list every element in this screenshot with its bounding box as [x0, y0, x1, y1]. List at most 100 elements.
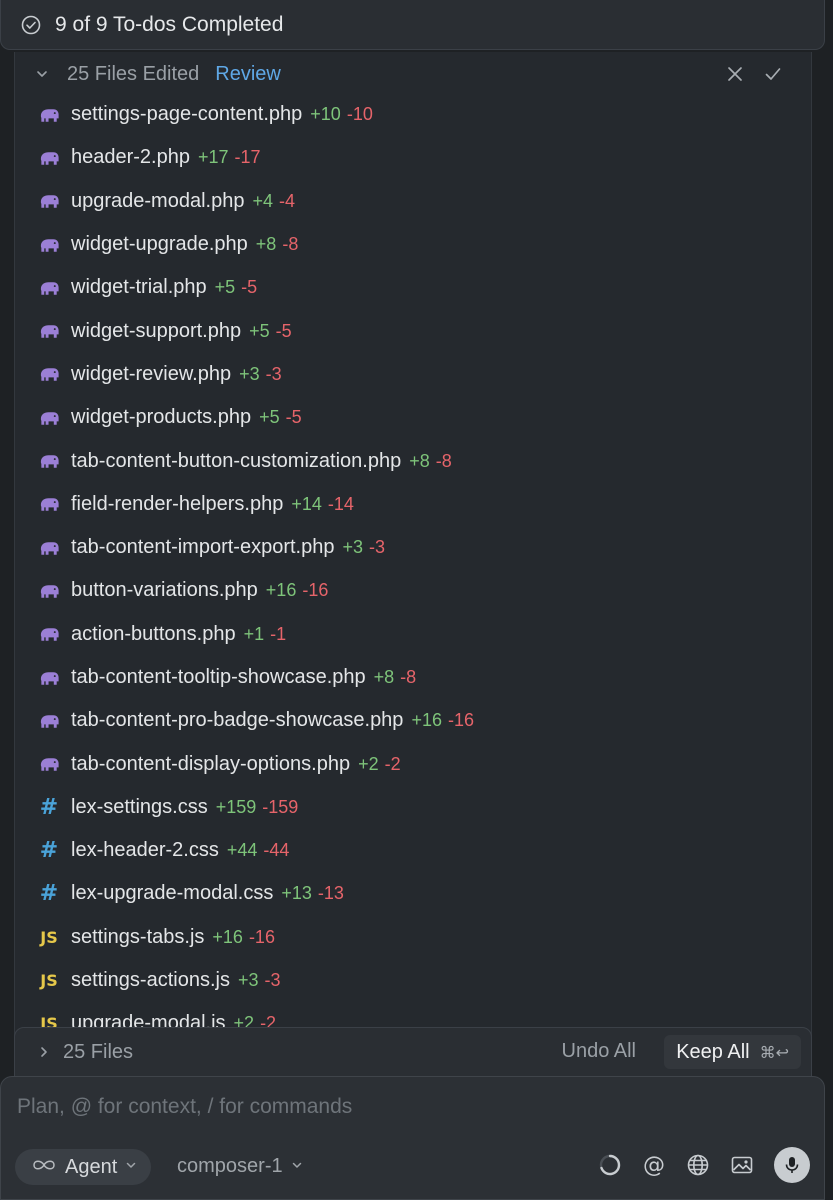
js-file-icon: JS — [40, 927, 58, 947]
lines-added: +3 — [237, 970, 259, 991]
file-name: settings-actions.js — [71, 969, 230, 992]
lines-removed: -3 — [264, 970, 281, 991]
file-row[interactable]: widget-trial.php +5 -5 — [15, 266, 811, 309]
file-row[interactable]: tab-content-display-options.php +2 -2 — [15, 742, 811, 785]
php-file-icon — [37, 363, 61, 385]
file-name: widget-review.php — [71, 362, 232, 385]
file-row[interactable]: button-variations.php +16 -16 — [15, 569, 811, 612]
php-file-icon — [37, 147, 61, 169]
agent-mode-label: Agent — [65, 1155, 118, 1178]
lines-added: +14 — [291, 493, 322, 514]
review-link[interactable]: Review — [215, 63, 281, 86]
file-row[interactable]: widget-upgrade.php +8 -8 — [15, 223, 811, 266]
edited-files-title: 25 Files Edited — [67, 62, 200, 85]
microphone-button[interactable] — [774, 1147, 810, 1183]
file-name: widget-upgrade.php — [71, 233, 248, 256]
prompt-input[interactable] — [15, 1091, 799, 1123]
model-label: composer-1 — [177, 1155, 283, 1177]
file-name: action-buttons.php — [71, 622, 236, 645]
php-file-icon — [37, 104, 61, 126]
php-file-icon — [37, 190, 61, 212]
file-row[interactable]: tab-content-import-export.php +3 -3 — [15, 526, 811, 569]
lines-removed: -8 — [282, 234, 299, 255]
file-name: widget-products.php — [71, 406, 252, 429]
lines-removed: -3 — [369, 537, 386, 558]
lines-removed: -3 — [265, 363, 282, 384]
file-row[interactable]: field-render-helpers.php +14 -14 — [15, 483, 811, 526]
file-name: tab-content-button-customization.php — [71, 449, 402, 472]
lines-added: +16 — [212, 926, 243, 947]
file-row[interactable]: upgrade-modal.php +4 -4 — [15, 180, 811, 223]
lines-added: +16 — [411, 710, 442, 731]
chevron-right-icon[interactable] — [37, 1045, 51, 1059]
lines-removed: -13 — [317, 883, 344, 904]
lines-removed: -16 — [447, 710, 474, 731]
file-row[interactable]: widget-support.php +5 -5 — [15, 309, 811, 352]
lines-added: +44 — [226, 840, 258, 861]
lines-removed: -4 — [279, 190, 296, 211]
accept-all-check-icon[interactable] — [763, 64, 783, 84]
php-file-icon — [37, 234, 61, 256]
php-file-icon — [37, 667, 61, 689]
file-name: lex-header-2.css — [71, 839, 219, 862]
lines-added: +10 — [310, 104, 341, 125]
keep-all-button[interactable]: Keep All ⌘↩ — [664, 1035, 801, 1069]
file-name: tab-content-pro-badge-showcase.php — [71, 709, 404, 732]
js-file-icon: JS — [40, 971, 58, 991]
file-row[interactable]: # lex-settings.css +159 -159 — [15, 786, 811, 829]
lines-removed: -5 — [241, 277, 258, 298]
edited-files-header: 25 Files Edited Review — [15, 52, 811, 96]
image-icon[interactable] — [730, 1153, 754, 1177]
globe-icon[interactable] — [686, 1153, 710, 1177]
loading-spinner-icon — [598, 1153, 622, 1177]
php-file-icon — [37, 753, 61, 775]
file-row[interactable]: tab-content-tooltip-showcase.php +8 -8 — [15, 656, 811, 699]
file-name: settings-page-content.php — [71, 103, 303, 126]
php-file-icon — [37, 580, 61, 602]
php-file-icon — [37, 277, 61, 299]
lines-removed: -5 — [275, 320, 292, 341]
keep-all-label: Keep All — [676, 1040, 750, 1063]
lines-removed: -2 — [384, 753, 401, 774]
file-row[interactable]: widget-review.php +3 -3 — [15, 353, 811, 396]
lines-removed: -159 — [262, 796, 299, 817]
file-row[interactable]: JS settings-tabs.js +16 -16 — [15, 916, 811, 959]
chevron-down-icon[interactable] — [35, 67, 49, 81]
chevron-down-icon — [125, 1158, 137, 1176]
file-row[interactable]: tab-content-pro-badge-showcase.php +16 -16 — [15, 699, 811, 742]
files-count-label[interactable]: 25 Files — [63, 1041, 133, 1064]
file-row[interactable]: settings-page-content.php +10 -10 — [15, 93, 811, 136]
file-row[interactable]: JS settings-actions.js +3 -3 — [15, 959, 811, 1002]
file-name: widget-support.php — [71, 319, 242, 342]
file-row[interactable]: widget-products.php +5 -5 — [15, 396, 811, 439]
lines-removed: -16 — [248, 926, 275, 947]
undo-all-button[interactable]: Undo All — [562, 1040, 637, 1063]
agent-mode-select[interactable]: Agent — [15, 1149, 152, 1185]
lines-added: +3 — [239, 363, 260, 384]
lines-added: +5 — [249, 320, 270, 341]
file-row[interactable]: # lex-upgrade-modal.css +13 -13 — [15, 872, 811, 915]
todos-banner[interactable]: 9 of 9 To-dos Completed — [0, 0, 825, 50]
edited-files-list: settings-page-content.php +10 -10 header-2.… — [15, 93, 811, 1042]
php-file-icon — [37, 320, 61, 342]
file-row[interactable]: tab-content-button-customization.php +8 -8 — [15, 439, 811, 482]
infinity-icon — [31, 1158, 57, 1177]
model-select[interactable]: composer-1 — [177, 1155, 303, 1178]
lines-removed: -5 — [285, 407, 302, 428]
lines-removed: -17 — [234, 147, 261, 168]
php-file-icon — [37, 710, 61, 732]
file-row[interactable]: # lex-header-2.css +44 -44 — [15, 829, 811, 872]
at-mention-icon[interactable]: @ — [642, 1153, 666, 1178]
php-file-icon — [37, 450, 61, 472]
file-row[interactable]: header-2.php +17 -17 — [15, 136, 811, 179]
file-row[interactable]: action-buttons.php +1 -1 — [15, 613, 811, 656]
php-file-icon — [37, 537, 61, 559]
reject-all-close-icon[interactable] — [725, 64, 745, 84]
lines-removed: -16 — [302, 580, 329, 601]
file-name: tab-content-import-export.php — [71, 536, 335, 559]
lines-added: +16 — [265, 580, 297, 601]
lines-added: +159 — [215, 796, 257, 817]
lines-removed: -10 — [346, 104, 373, 125]
lines-removed: -14 — [327, 493, 354, 514]
file-name: header-2.php — [71, 146, 190, 169]
